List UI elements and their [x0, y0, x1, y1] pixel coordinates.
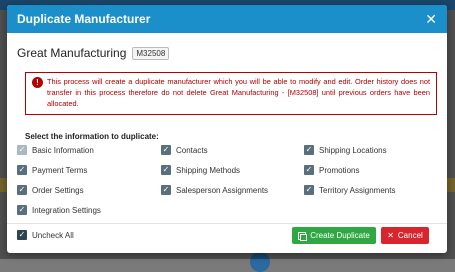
close-icon: ✕ — [387, 231, 394, 240]
option-label: Territory Assignments — [319, 185, 396, 195]
option-label: Basic Information — [32, 145, 94, 155]
uncheck-all-label: Uncheck All — [32, 230, 74, 240]
checkbox-icon[interactable]: ✓ — [161, 165, 171, 175]
cancel-label: Cancel — [397, 231, 423, 240]
option-label: Shipping Methods — [176, 165, 241, 175]
footer-divider — [7, 223, 447, 224]
option-contacts[interactable]: ✓ Contacts — [161, 145, 208, 155]
exclamation-icon: ! — [32, 77, 43, 88]
option-label: Integration Settings — [32, 205, 101, 215]
option-label: Payment Terms — [32, 165, 88, 175]
option-order-settings[interactable]: ✓ Order Settings — [17, 185, 84, 195]
option-shipping-methods[interactable]: ✓ Shipping Methods — [161, 165, 240, 175]
option-shipping-locations[interactable]: ✓ Shipping Locations — [304, 145, 387, 155]
option-salesperson-assignments[interactable]: ✓ Salesperson Assignments — [161, 185, 268, 195]
uncheck-all-toggle[interactable]: ✓ Uncheck All — [17, 230, 74, 240]
close-icon[interactable]: ✕ — [425, 12, 437, 26]
option-territory-assignments[interactable]: ✓ Territory Assignments — [304, 185, 395, 195]
dialog-header: Duplicate Manufacturer ✕ — [7, 5, 447, 33]
checkbox-icon[interactable]: ✓ — [17, 185, 27, 195]
manufacturer-code-badge: M32508 — [132, 46, 170, 60]
duplicate-manufacturer-dialog: Duplicate Manufacturer ✕ Great Manufactu… — [7, 5, 447, 253]
checkbox-icon[interactable]: ✓ — [17, 205, 27, 215]
manufacturer-name: Great Manufacturing — [17, 46, 127, 60]
option-label: Shipping Locations — [319, 145, 387, 155]
create-duplicate-label: Create Duplicate — [310, 231, 370, 240]
checkbox-icon[interactable]: ✓ — [17, 230, 27, 240]
checkbox-icon[interactable]: ✓ — [17, 145, 27, 155]
option-payment-terms[interactable]: ✓ Payment Terms — [17, 165, 87, 175]
checkbox-icon[interactable]: ✓ — [304, 165, 314, 175]
option-label: Order Settings — [32, 185, 84, 195]
dialog-title: Duplicate Manufacturer — [17, 12, 151, 26]
copy-icon — [298, 231, 308, 241]
warning-text: This process will create a duplicate man… — [47, 77, 430, 108]
option-basic-information[interactable]: ✓ Basic Information — [17, 145, 94, 155]
option-label: Contacts — [176, 145, 208, 155]
option-label: Salesperson Assignments — [176, 185, 269, 195]
option-promotions[interactable]: ✓ Promotions — [304, 165, 359, 175]
cancel-button[interactable]: ✕ Cancel — [381, 227, 429, 244]
create-duplicate-button[interactable]: Create Duplicate — [292, 227, 376, 244]
option-label: Promotions — [319, 165, 360, 175]
checkbox-icon[interactable]: ✓ — [304, 185, 314, 195]
option-integration-settings[interactable]: ✓ Integration Settings — [17, 205, 101, 215]
checkbox-icon[interactable]: ✓ — [304, 145, 314, 155]
section-label: Select the information to duplicate: — [25, 132, 159, 141]
manufacturer-row: Great Manufacturing M32508 — [17, 46, 170, 60]
checkbox-icon[interactable]: ✓ — [161, 145, 171, 155]
checkbox-icon[interactable]: ✓ — [17, 165, 27, 175]
checkbox-icon[interactable]: ✓ — [161, 185, 171, 195]
warning-alert: ! This process will create a duplicate m… — [25, 72, 437, 115]
